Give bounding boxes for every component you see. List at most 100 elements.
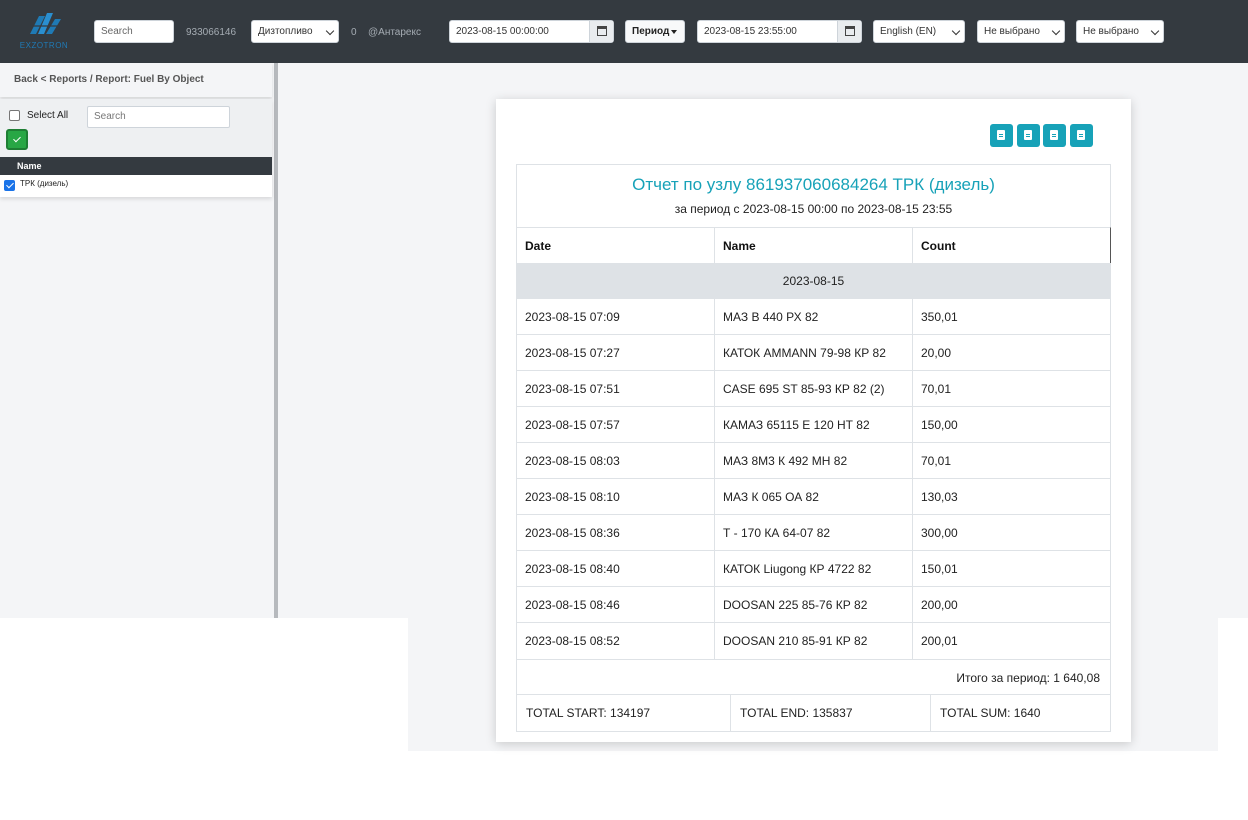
object-list-item[interactable]: ТРК (дизель) <box>20 179 68 188</box>
filter-1-value: Не выбрано <box>984 26 1040 37</box>
check-icon <box>13 134 21 143</box>
table-row: 2023-08-15 08:10 МАЗ К 065 ОА 82 130,03 <box>517 479 1110 515</box>
cell-name: МАЗ 8М3 К 492 МН 82 <box>715 443 913 479</box>
chevron-down-icon <box>1051 26 1061 36</box>
total-start: TOTAL START: 134197 <box>517 695 731 731</box>
table-body: 2023-08-15 07:09 МАЗ В 440 РХ 82 350,01 … <box>517 299 1110 659</box>
report-card: Отчет по узлу 861937060684264 ТРК (дизел… <box>496 99 1131 742</box>
period-label: Период <box>632 26 670 37</box>
cell-count: 20,00 <box>921 346 952 360</box>
cell-name: КАТОК AMMANN 79-98 КР 82 <box>715 335 913 371</box>
table-row: 2023-08-15 08:03 МАЗ 8М3 К 492 МН 82 70,… <box>517 443 1110 479</box>
cell-count: 200,01 <box>921 634 958 648</box>
chevron-down-icon <box>951 26 961 36</box>
export-excel-button[interactable] <box>1017 124 1040 147</box>
phone-number: 933066146 <box>186 27 237 38</box>
export-pdf-button[interactable] <box>1043 124 1066 147</box>
date-to-value: 2023-08-15 23:55:00 <box>704 26 797 37</box>
cell-name: КАТОК Liugong КР 4722 82 <box>715 551 913 587</box>
period-dropdown-button[interactable]: Период <box>625 20 685 43</box>
group-date-row: 2023-08-15 <box>517 263 1110 299</box>
chevron-down-icon <box>1150 26 1160 36</box>
calendar-icon <box>597 26 607 36</box>
breadcrumb[interactable]: Back < Reports / Report: Fuel By Object <box>0 63 272 97</box>
cell-name: CASE 695 ST 85-93 КР 82 (2) <box>715 371 913 407</box>
cell-name: КАМАЗ 65115 Е 120 НТ 82 <box>715 407 913 443</box>
logo-icon <box>30 13 61 34</box>
document-file-icon <box>1077 130 1085 140</box>
column-header-name[interactable]: Name <box>715 227 913 263</box>
cell-name: DOOSAN 225 85-76 КР 82 <box>715 587 913 623</box>
filter-controls: Select All Search <box>0 99 272 157</box>
date-from-picker-button[interactable] <box>589 21 613 42</box>
table-row: 2023-08-15 08:36 Т - 170 КА 64-07 82 300… <box>517 515 1110 551</box>
table-row: 2023-08-15 07:09 МАЗ В 440 РХ 82 350,01 <box>517 299 1110 335</box>
cell-date: 2023-08-15 08:52 <box>517 623 715 659</box>
cell-count: 150,01 <box>921 562 958 576</box>
company-name: @Антарекс <box>368 27 421 38</box>
table-row: 2023-08-15 08:46 DOOSAN 225 85-76 КР 82 … <box>517 587 1110 623</box>
date-from-value: 2023-08-15 00:00:00 <box>456 26 549 37</box>
calendar-icon <box>845 26 855 36</box>
table-row: 2023-08-15 07:51 CASE 695 ST 85-93 КР 82… <box>517 371 1110 407</box>
filter-2-value: Не выбрано <box>1083 26 1139 37</box>
cell-date: 2023-08-15 08:10 <box>517 479 715 515</box>
column-header-date[interactable]: Date <box>517 227 715 263</box>
select-all-label: Select All <box>27 110 69 121</box>
cell-date: 2023-08-15 08:36 <box>517 515 715 551</box>
cell-date: 2023-08-15 08:03 <box>517 443 715 479</box>
fuel-type-value: Дизтопливо <box>258 26 313 37</box>
cell-name: МАЗ К 065 ОА 82 <box>715 479 913 515</box>
company-logo[interactable]: EXZOTRON <box>12 10 76 54</box>
pdf-file-icon <box>1050 130 1058 140</box>
list-column-header: Name <box>0 157 272 175</box>
logo-text: EXZOTRON <box>19 41 69 50</box>
cell-date: 2023-08-15 07:27 <box>517 335 715 371</box>
cell-count: 350,01 <box>921 310 958 324</box>
table-row: 2023-08-15 08:52 DOOSAN 210 85-91 КР 82 … <box>517 623 1110 659</box>
object-checkbox[interactable] <box>4 180 15 191</box>
cell-date: 2023-08-15 07:57 <box>517 407 715 443</box>
object-search-input[interactable]: Search <box>87 106 230 128</box>
period-total: Итого за период: 1 640,08 <box>517 659 1110 695</box>
total-sum: TOTAL SUM: 1640 <box>940 706 1041 720</box>
date-to-picker-button[interactable] <box>837 21 861 42</box>
cell-count: 70,01 <box>921 454 952 468</box>
apply-filter-button[interactable] <box>6 129 28 150</box>
cell-date: 2023-08-15 08:40 <box>517 551 715 587</box>
language-value: English (EN) <box>880 26 937 37</box>
cell-count: 130,03 <box>921 490 958 504</box>
print-button[interactable] <box>990 124 1013 147</box>
cell-date: 2023-08-15 07:51 <box>517 371 715 407</box>
language-select[interactable]: English (EN) <box>873 20 965 43</box>
excel-file-icon <box>1024 130 1032 140</box>
report-subtitle: за период с 2023-08-15 00:00 по 2023-08-… <box>674 202 953 216</box>
table-row: 2023-08-15 08:40 КАТОК Liugong КР 4722 8… <box>517 551 1110 587</box>
print-icon <box>997 130 1005 140</box>
select-all-checkbox[interactable] <box>9 110 20 121</box>
fuel-type-select[interactable]: Дизтопливо <box>251 20 339 43</box>
search-input[interactable]: Search <box>94 20 174 43</box>
table-row: 2023-08-15 07:27 КАТОК AMMANN 79-98 КР 8… <box>517 335 1110 371</box>
cell-count: 300,00 <box>921 526 958 540</box>
report-title: Отчет по узлу 861937060684264 ТРК (дизел… <box>632 175 995 194</box>
top-navbar: EXZOTRON Search 933066146 Дизтопливо 0 @… <box>0 0 1248 63</box>
filter-select-2[interactable]: Не выбрано <box>1076 20 1164 43</box>
column-header-count[interactable]: Count <box>913 227 1111 263</box>
caret-down-icon <box>671 30 677 34</box>
cell-name: DOOSAN 210 85-91 КР 82 <box>715 623 913 659</box>
cell-count: 200,00 <box>921 598 958 612</box>
date-to-input[interactable]: 2023-08-15 23:55:00 <box>697 20 862 43</box>
cell-count: 70,01 <box>921 382 952 396</box>
cell-date: 2023-08-15 08:46 <box>517 587 715 623</box>
cell-name: МАЗ В 440 РХ 82 <box>715 299 913 335</box>
table-row: 2023-08-15 07:57 КАМАЗ 65115 Е 120 НТ 82… <box>517 407 1110 443</box>
filter-select-1[interactable]: Не выбрано <box>977 20 1065 43</box>
object-filter-panel: Select All Search Name ТРК (дизель) <box>0 99 272 197</box>
counter: 0 <box>351 27 357 38</box>
date-from-input[interactable]: 2023-08-15 00:00:00 <box>449 20 614 43</box>
report-table: Отчет по узлу 861937060684264 ТРК (дизел… <box>516 164 1111 732</box>
export-doc-button[interactable] <box>1070 124 1093 147</box>
cell-count: 150,00 <box>921 418 958 432</box>
cell-date: 2023-08-15 07:09 <box>517 299 715 335</box>
